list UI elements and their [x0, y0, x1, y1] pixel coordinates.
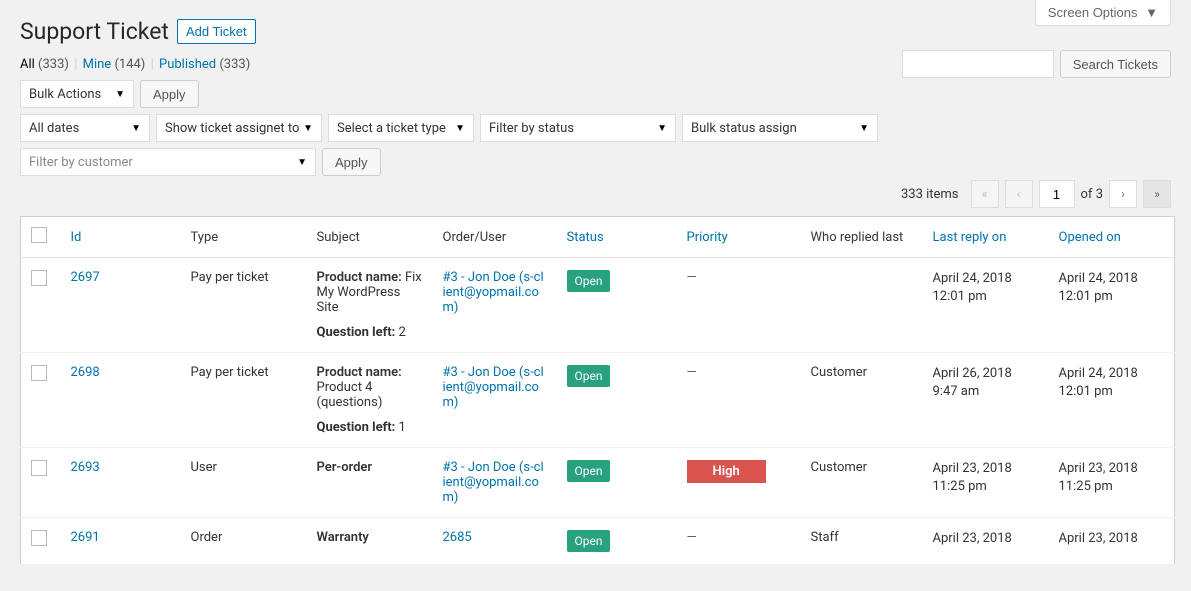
- order-user-link[interactable]: 2685: [443, 530, 472, 545]
- table-row: 2691OrderWarranty2685Open—StaffApril 23,…: [21, 518, 1175, 565]
- opened-date: April 23, 2018 11:25 pm: [1049, 448, 1175, 518]
- col-subject-header: Subject: [307, 217, 433, 258]
- pagination-total-items: 333 items: [901, 187, 959, 202]
- last-reply-date: April 24, 2018 12:01 pm: [923, 258, 1049, 353]
- priority-none: —: [687, 530, 697, 545]
- filter-customer-select[interactable]: Filter by customer ▼: [20, 148, 316, 176]
- chevron-down-icon: ▼: [303, 123, 313, 134]
- ticket-type: User: [181, 448, 307, 518]
- chevron-down-icon: ▼: [297, 157, 307, 168]
- chevron-down-icon: ▼: [115, 89, 125, 100]
- pagination-last-button[interactable]: »: [1143, 180, 1171, 208]
- col-order-header: Order/User: [433, 217, 557, 258]
- order-user-link[interactable]: #3 - Jon Doe (s-client@yopmail.com): [443, 365, 544, 410]
- filter-status-select[interactable]: Filter by status ▼: [480, 114, 676, 142]
- ticket-id-link[interactable]: 2697: [71, 270, 100, 285]
- table-row: 2697 Pay per ticketProduct name: Fix My W…: [21, 258, 1175, 353]
- status-badge: Open: [567, 365, 611, 387]
- who-replied-last: Customer: [801, 448, 923, 518]
- col-type-header: Type: [181, 217, 307, 258]
- who-replied-last: [801, 258, 923, 353]
- screen-options-label: Screen Options: [1048, 5, 1138, 20]
- table-row: 2693 UserPer-order#3 - Jon Doe (s-client@…: [21, 448, 1175, 518]
- page-title: Support Ticket: [20, 18, 169, 45]
- add-ticket-button[interactable]: Add Ticket: [177, 19, 256, 44]
- filter-published[interactable]: Published (333): [159, 57, 250, 72]
- col-who-header: Who replied last: [801, 217, 923, 258]
- filter-all[interactable]: All (333): [20, 57, 72, 72]
- ticket-subject: Product name: Fix My WordPress SiteQuest…: [307, 258, 433, 353]
- row-select-checkbox[interactable]: [31, 270, 47, 286]
- filter-assignee-select[interactable]: Show ticket assignet to ▼: [156, 114, 322, 142]
- ticket-type: Order: [181, 518, 307, 565]
- row-select-checkbox[interactable]: [31, 530, 47, 546]
- bulk-status-assign-select[interactable]: Bulk status assign ▼: [682, 114, 878, 142]
- bulk-actions-apply-button[interactable]: Apply: [140, 80, 199, 108]
- col-id-header[interactable]: Id: [61, 217, 181, 258]
- search-tickets-button[interactable]: Search Tickets: [1060, 50, 1171, 78]
- row-select-checkbox[interactable]: [31, 460, 47, 476]
- bulk-actions-select[interactable]: Bulk Actions ▼: [20, 80, 134, 108]
- ticket-id-link[interactable]: 2691: [71, 530, 100, 545]
- pagination-first-button: «: [971, 180, 999, 208]
- last-reply-date: April 26, 2018 9:47 am: [923, 353, 1049, 448]
- status-badge: Open: [567, 530, 611, 552]
- ticket-type: Pay per ticket: [181, 258, 307, 353]
- ticket-subject: Product name: Product 4 (questions)Quest…: [307, 353, 433, 448]
- order-user-link[interactable]: #3 - Jon Doe (s-client@yopmail.com): [443, 460, 544, 505]
- who-replied-last: Staff: [801, 518, 923, 565]
- chevron-down-icon: ▼: [1145, 5, 1158, 20]
- tickets-table: Id Type Subject Order/User Status Priori…: [20, 216, 1175, 565]
- last-reply-date: April 23, 2018: [923, 518, 1049, 565]
- order-user-link[interactable]: #3 - Jon Doe (s-client@yopmail.com): [443, 270, 544, 315]
- opened-date: April 23, 2018: [1049, 518, 1175, 565]
- search-input[interactable]: [902, 50, 1054, 78]
- ticket-subject: Warranty: [307, 518, 433, 565]
- filter-ticket-type-select[interactable]: Select a ticket type ▼: [328, 114, 474, 142]
- who-replied-last: Customer: [801, 353, 923, 448]
- ticket-type: Pay per ticket: [181, 353, 307, 448]
- opened-date: April 24, 2018 12:01 pm: [1049, 258, 1175, 353]
- row-select-checkbox[interactable]: [31, 365, 47, 381]
- ticket-id-link[interactable]: 2693: [71, 460, 100, 475]
- ticket-id-link[interactable]: 2698: [71, 365, 100, 380]
- col-priority-header[interactable]: Priority: [677, 217, 801, 258]
- priority-none: —: [687, 365, 697, 380]
- chevron-down-icon: ▼: [859, 123, 869, 134]
- priority-badge: High: [687, 460, 766, 483]
- status-badge: Open: [567, 460, 611, 482]
- filter-date-select[interactable]: All dates ▼: [20, 114, 150, 142]
- col-lastreply-header[interactable]: Last reply on: [923, 217, 1049, 258]
- pagination-current-input[interactable]: [1039, 180, 1075, 208]
- pagination-prev-button: ‹: [1005, 180, 1033, 208]
- last-reply-date: April 23, 2018 11:25 pm: [923, 448, 1049, 518]
- status-badge: Open: [567, 270, 611, 292]
- chevron-down-icon: ▼: [455, 123, 465, 134]
- filter-mine[interactable]: Mine (144): [83, 57, 149, 72]
- select-all-checkbox[interactable]: [31, 227, 47, 243]
- priority-none: —: [687, 270, 697, 285]
- screen-options-button[interactable]: Screen Options ▼: [1035, 0, 1171, 26]
- ticket-subject: Per-order: [307, 448, 433, 518]
- table-row: 2698 Pay per ticketProduct name: Product …: [21, 353, 1175, 448]
- col-opened-header[interactable]: Opened on: [1049, 217, 1175, 258]
- chevron-down-icon: ▼: [131, 123, 141, 134]
- chevron-down-icon: ▼: [657, 123, 667, 134]
- col-status-header[interactable]: Status: [557, 217, 677, 258]
- opened-date: April 24, 2018 12:01 pm: [1049, 353, 1175, 448]
- pagination-next-button[interactable]: ›: [1109, 180, 1137, 208]
- filter-apply-button[interactable]: Apply: [322, 148, 381, 176]
